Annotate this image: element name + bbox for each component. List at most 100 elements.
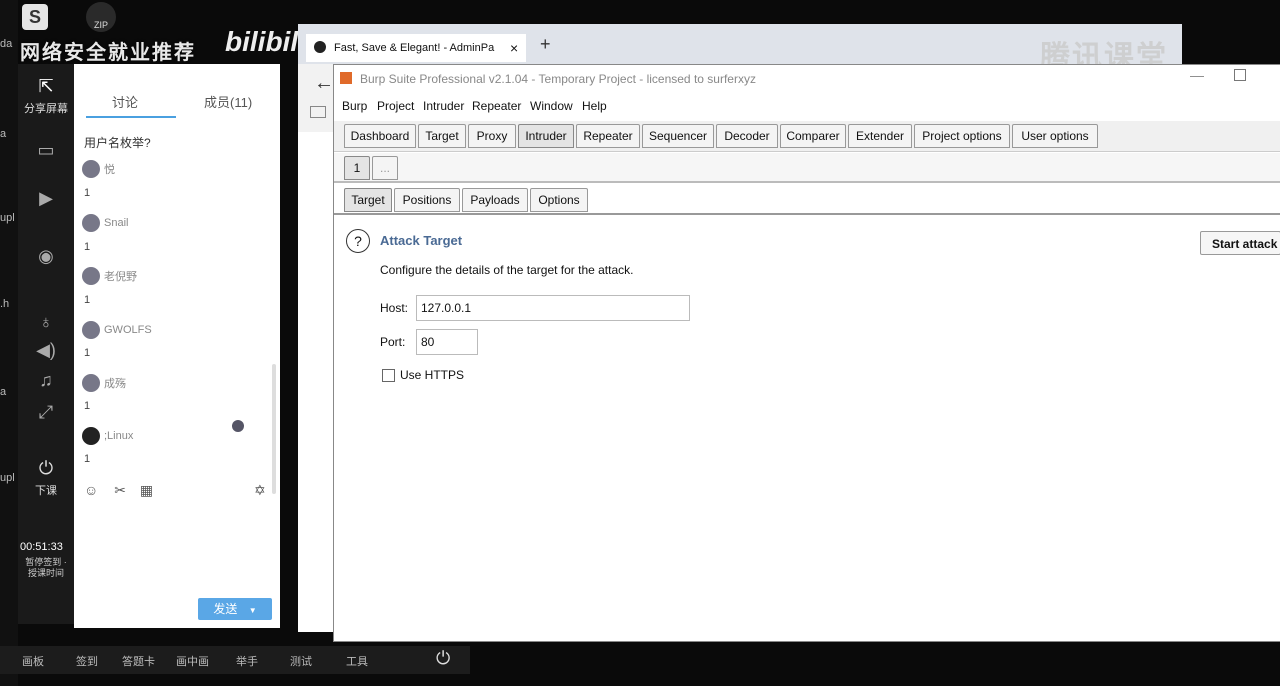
- scissors-icon[interactable]: ✂: [114, 482, 126, 498]
- classroom-taskbar: 画板 签到 答题卡 画中画 举手 测试 工具 ⏻: [0, 646, 470, 674]
- taskbar-pip[interactable]: 画中画: [176, 653, 209, 669]
- maximize-icon[interactable]: [1234, 69, 1246, 81]
- video-icon: ▶: [39, 188, 53, 208]
- mic-icon: ♁: [39, 312, 53, 332]
- avatar: [82, 427, 100, 445]
- tool-video[interactable]: ▶: [18, 188, 74, 212]
- attack-tab-1[interactable]: 1: [344, 156, 370, 180]
- new-tab-button[interactable]: +: [540, 34, 551, 55]
- tab-proxy[interactable]: Proxy: [468, 124, 516, 148]
- subtab-payloads[interactable]: Payloads: [462, 188, 528, 212]
- tool-speaker[interactable]: ◀): [18, 340, 74, 364]
- share-screen-icon: ⇱: [38, 76, 54, 96]
- start-attack-button[interactable]: Start attack: [1200, 231, 1280, 255]
- timer-subtext: 暂停签到 · 授课时间: [25, 557, 67, 578]
- taskbar-tools[interactable]: 工具: [346, 653, 368, 669]
- tab-comparer[interactable]: Comparer: [780, 124, 846, 148]
- chat-message-text: 1: [84, 400, 91, 412]
- subtab-target[interactable]: Target: [344, 188, 392, 212]
- expand-icon: ⤢: [38, 402, 54, 422]
- emoji-icon[interactable]: ☺: [84, 482, 98, 498]
- taskbar-answer-card[interactable]: 答题卡: [122, 653, 155, 669]
- power-icon[interactable]: ⏻: [436, 648, 450, 669]
- tab-intruder[interactable]: Intruder: [518, 124, 574, 148]
- chat-message-sender: GWOLFS: [82, 321, 152, 339]
- settings-icon[interactable]: ✡: [254, 482, 266, 499]
- tool-expand[interactable]: ⤢: [18, 402, 74, 426]
- avatar: [82, 214, 100, 232]
- speaker-icon: ◀): [36, 340, 56, 360]
- window-title: Burp Suite Professional v2.1.04 - Tempor…: [360, 72, 756, 86]
- taskbar-whiteboard[interactable]: 画板: [22, 653, 44, 669]
- chat-message-sender: 悦: [82, 160, 115, 178]
- port-label: Port:: [380, 335, 406, 349]
- tool-music[interactable]: ♫: [18, 370, 74, 394]
- menu-repeater[interactable]: Repeater: [472, 99, 521, 113]
- section-description: Configure the details of the target for …: [380, 263, 634, 277]
- chat-message-text: 1: [84, 187, 91, 199]
- avatar: [82, 321, 100, 339]
- chat-tabs: 讨论 成员(11): [74, 64, 280, 120]
- active-tab-indicator: [86, 116, 176, 118]
- chat-message-sender: Snail: [82, 214, 128, 232]
- tool-mic[interactable]: ♁: [18, 312, 74, 336]
- port-input[interactable]: 80: [416, 329, 478, 355]
- desktop-app-icon[interactable]: S: [22, 4, 48, 30]
- subtab-positions[interactable]: Positions: [394, 188, 460, 212]
- host-input[interactable]: 127.0.0.1: [416, 295, 690, 321]
- tab-repeater[interactable]: Repeater: [576, 124, 640, 148]
- menu-intruder[interactable]: Intruder: [423, 99, 464, 113]
- use-https-label: Use HTTPS: [400, 368, 465, 382]
- menu-window[interactable]: Window: [530, 99, 573, 113]
- tool-label: 分享屏幕: [24, 103, 68, 115]
- tool-end-class[interactable]: ⏻ 下课: [18, 458, 74, 498]
- bilibili-watermark: bilibili: [225, 26, 306, 57]
- attack-tab-new[interactable]: ...: [372, 156, 398, 180]
- back-arrow-icon[interactable]: ←: [314, 72, 334, 95]
- chat-message-sender: 老倪野: [82, 267, 137, 285]
- browser-tab[interactable]: Fast, Save & Elegant! - AdminPa ×: [306, 34, 526, 62]
- close-tab-icon[interactable]: ×: [510, 40, 518, 56]
- tab-extender[interactable]: Extender: [848, 124, 912, 148]
- chevron-down-icon: ▼: [248, 606, 257, 615]
- end-class-icon: ⏻: [38, 458, 54, 478]
- desktop-left-strip: da a upl .h a upl: [0, 0, 18, 686]
- tab-user-options[interactable]: User options: [1012, 124, 1098, 148]
- use-https-checkbox[interactable]: [382, 369, 395, 382]
- send-button[interactable]: 发送 ▼: [198, 598, 272, 620]
- chat-message-text: 1: [84, 241, 91, 253]
- attack-target-panel: ? Attack Target Start attack Configure t…: [334, 215, 1280, 635]
- burp-logo-icon: [340, 72, 352, 84]
- image-icon[interactable]: ▦: [140, 482, 153, 498]
- desktop-label: a: [0, 128, 7, 140]
- tab-discussion[interactable]: 讨论: [112, 92, 138, 111]
- taskbar-test[interactable]: 测试: [290, 653, 312, 669]
- tab-decoder[interactable]: Decoder: [716, 124, 778, 148]
- tool-ppt[interactable]: ▭: [18, 140, 74, 164]
- attack-tabs: 1 ...: [334, 153, 1280, 183]
- burp-titlebar: Burp Suite Professional v2.1.04 - Tempor…: [334, 65, 1280, 93]
- minimize-icon[interactable]: —: [1190, 67, 1204, 83]
- watermark-text: 网络安全就业推荐: [20, 42, 196, 64]
- desktop-label: da: [0, 38, 13, 50]
- subtab-options[interactable]: Options: [530, 188, 588, 212]
- tool-camera[interactable]: ◉: [18, 246, 74, 270]
- taskbar-checkin[interactable]: 签到: [76, 653, 98, 669]
- tab-project-options[interactable]: Project options: [914, 124, 1010, 148]
- chat-scrollbar[interactable]: [272, 364, 276, 494]
- tab-target[interactable]: Target: [418, 124, 466, 148]
- chat-message-text: 1: [84, 347, 91, 359]
- taskbar-raise-hand[interactable]: 举手: [236, 653, 258, 669]
- tool-share-screen[interactable]: ⇱ 分享屏幕: [18, 76, 74, 116]
- zip-icon[interactable]: ZIP: [86, 2, 116, 32]
- folder-icon[interactable]: [310, 106, 326, 118]
- tab-dashboard[interactable]: Dashboard: [344, 124, 416, 148]
- help-icon[interactable]: ?: [346, 229, 370, 253]
- main-tabs: Dashboard Target Proxy Intruder Repeater…: [334, 121, 1280, 152]
- menu-help[interactable]: Help: [582, 99, 607, 113]
- tab-members[interactable]: 成员(11): [204, 92, 252, 111]
- tab-sequencer[interactable]: Sequencer: [642, 124, 714, 148]
- menu-project[interactable]: Project: [377, 99, 414, 113]
- desktop-label: upl: [0, 472, 15, 484]
- menu-burp[interactable]: Burp: [342, 99, 367, 113]
